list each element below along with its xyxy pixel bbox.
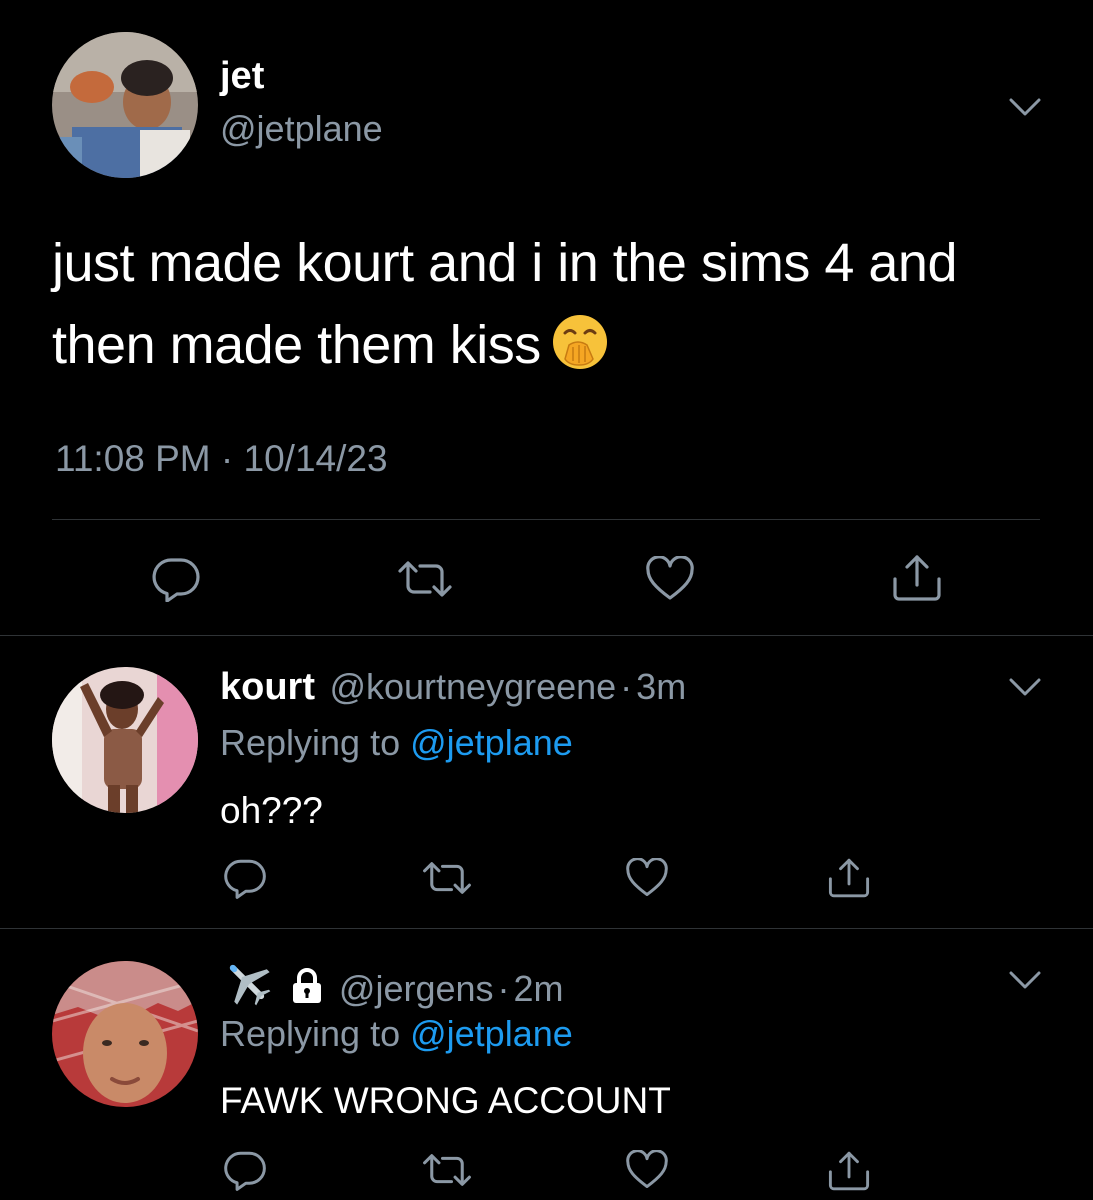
reply-avatar[interactable] — [52, 961, 198, 1107]
reply-icon — [224, 859, 266, 899]
share-icon — [828, 858, 870, 898]
reply-icon — [152, 558, 200, 602]
reply-header: @jergens · 2m — [220, 957, 564, 1017]
reply-button[interactable] — [222, 1148, 268, 1192]
retweet-icon — [423, 862, 471, 894]
divider — [0, 635, 1093, 636]
share-icon — [828, 1151, 870, 1191]
main-handle[interactable]: @jetplane — [220, 108, 383, 150]
like-button[interactable] — [644, 556, 696, 602]
retweet-icon — [423, 1154, 471, 1186]
airplane-emoji-icon[interactable] — [220, 957, 274, 1017]
reply-header: kourt @kourtneygreene · 3m — [220, 666, 686, 709]
replying-mention[interactable]: @jetplane — [410, 722, 573, 763]
like-icon — [626, 1150, 668, 1188]
reply-text: oh??? — [220, 790, 323, 831]
replying-mention[interactable]: @jetplane — [410, 1013, 573, 1054]
share-icon — [893, 555, 941, 601]
replying-to: Replying to @jetplane — [220, 722, 573, 764]
reply-text: FAWK WRONG ACCOUNT — [220, 1080, 671, 1121]
like-icon — [646, 556, 694, 600]
reply-handle[interactable]: @jergens — [339, 968, 494, 1009]
replying-prefix: Replying to — [220, 1013, 411, 1054]
tweet-timestamp[interactable]: 11:08 PM · 10/14/23 — [55, 438, 388, 480]
main-avatar[interactable] — [52, 32, 198, 178]
tweet-text: just made kourt and i in the sims 4 and … — [52, 222, 1052, 386]
chevron-down-icon[interactable] — [1005, 672, 1045, 702]
like-icon — [626, 858, 668, 896]
reply-separator: · — [620, 666, 633, 707]
retweet-button[interactable] — [420, 1150, 474, 1190]
divider — [0, 928, 1093, 929]
reply-age: 2m — [513, 968, 564, 1009]
like-button[interactable] — [624, 1149, 670, 1191]
replying-to: Replying to @jetplane — [220, 1013, 573, 1055]
retweet-button[interactable] — [395, 557, 455, 601]
share-button[interactable] — [890, 553, 944, 603]
retweet-icon — [398, 561, 452, 597]
chevron-down-icon[interactable] — [1005, 965, 1045, 995]
divider — [52, 519, 1040, 520]
share-button[interactable] — [826, 855, 872, 901]
reply-age: 3m — [636, 666, 687, 707]
reply-display-name[interactable]: kourt — [220, 666, 315, 708]
reply-icon — [224, 1151, 266, 1191]
reply-avatar[interactable] — [52, 667, 198, 813]
reply-button[interactable] — [150, 555, 202, 603]
like-button[interactable] — [624, 857, 670, 899]
replying-prefix: Replying to — [220, 722, 411, 763]
hand-over-mouth-emoji-icon — [551, 312, 609, 370]
lock-icon — [288, 967, 326, 1010]
tweet-text-content: just made kourt and i in the sims 4 and … — [52, 233, 958, 375]
chevron-down-icon[interactable] — [1005, 92, 1045, 122]
share-button[interactable] — [826, 1148, 872, 1194]
reply-button[interactable] — [222, 856, 268, 900]
reply-handle[interactable]: @kourtneygreene — [329, 666, 616, 707]
reply-separator: · — [497, 968, 510, 1009]
main-display-name[interactable]: jet — [220, 55, 264, 98]
retweet-button[interactable] — [420, 858, 474, 898]
